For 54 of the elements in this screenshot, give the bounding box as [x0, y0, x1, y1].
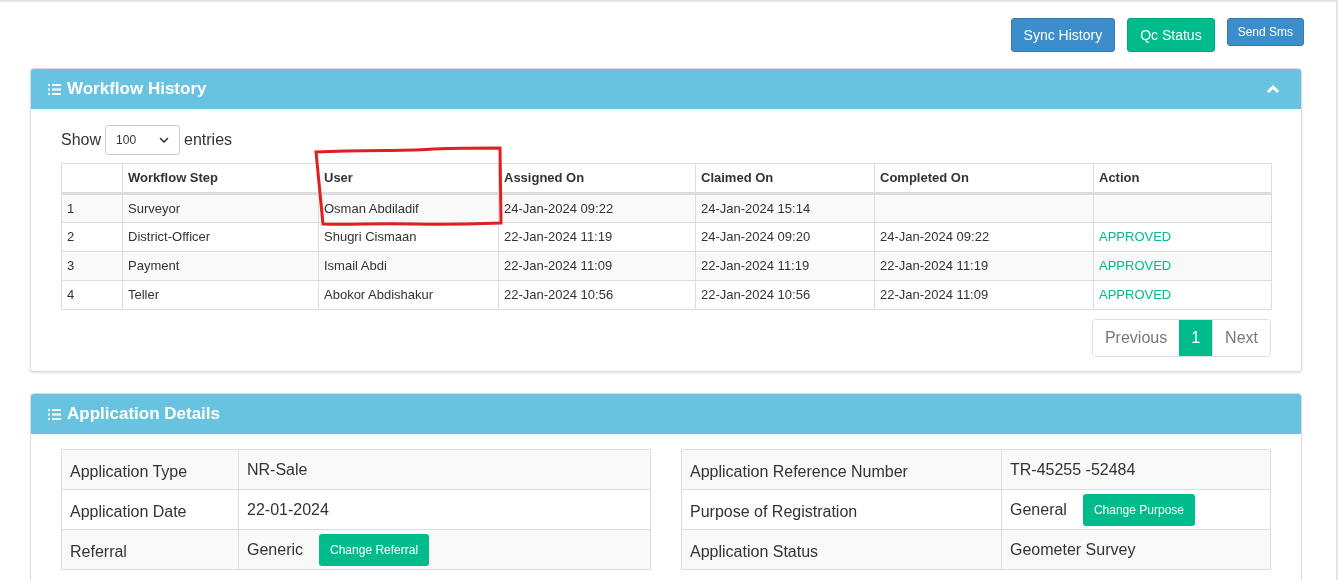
panel-title: Workflow History	[67, 78, 207, 101]
table-cell: Surveyor	[128, 200, 181, 216]
detail-label: Application Date	[61, 489, 239, 530]
table-cell: 2	[61, 222, 123, 252]
next-button[interactable]: Next	[1212, 320, 1270, 356]
status-text: APPROVED	[1099, 287, 1172, 303]
change-button[interactable]: Change Referral	[319, 533, 430, 566]
panel-title: Application Details	[67, 403, 221, 426]
detail-value: TR-45255 -52484	[1010, 459, 1136, 480]
table-cell: 24-Jan-2024 09:22	[504, 200, 614, 216]
table-cell: Teller	[128, 287, 160, 303]
detail-label: Application Type	[61, 449, 239, 490]
list-icon	[48, 83, 61, 95]
table-cell: 22-Jan-2024 11:09	[880, 287, 989, 303]
table-cell: 24-Jan-2024 09:20	[701, 229, 811, 245]
table-cell: 3	[61, 251, 123, 281]
table-cell: 22-Jan-2024 11:19	[504, 229, 613, 245]
table-cell: 22-Jan-2024 11:19	[701, 258, 810, 274]
action-button[interactable]: Qc Status	[1127, 18, 1215, 52]
chevron-down-icon	[159, 137, 170, 143]
table-cell: 4	[61, 280, 123, 310]
table-cell: 22-Jan-2024 11:09	[504, 258, 613, 274]
detail-value: 22-01-2024	[247, 499, 329, 520]
detail-label: Application Reference Number	[681, 449, 1002, 490]
detail-label: Purpose of Registration	[681, 489, 1002, 530]
table-cell: 22-Jan-2024 11:19	[880, 258, 989, 274]
page-button[interactable]: 1	[1179, 320, 1213, 356]
detail-value: General	[1010, 499, 1067, 520]
detail-value: Geometer Survey	[1010, 539, 1136, 560]
table-cell: 1	[61, 193, 123, 223]
table-cell: Shugri Cismaan	[324, 229, 417, 245]
detail-value: NR-Sale	[247, 459, 308, 480]
change-button[interactable]: Change Purpose	[1082, 493, 1195, 526]
detail-value: Generic	[247, 539, 304, 560]
detail-label: Referral	[61, 529, 239, 570]
table-cell: Payment	[128, 258, 180, 274]
table-cell: 22-Jan-2024 10:56	[504, 287, 614, 303]
table-cell: Ismail Abdi	[324, 258, 387, 274]
table-cell: 24-Jan-2024 09:22	[880, 229, 990, 245]
table-cell: 24-Jan-2024 15:14	[701, 200, 811, 216]
entries-label: entries	[184, 130, 233, 150]
table-cell: District-Officer	[128, 229, 211, 245]
table-cell: Osman Abdiladif	[324, 200, 419, 216]
table-cell: Abokor Abdishakur	[324, 287, 434, 303]
show-label: Show	[61, 130, 102, 150]
status-text: APPROVED	[1099, 229, 1172, 245]
table-cell: 22-Jan-2024 10:56	[701, 287, 811, 303]
action-button[interactable]: Send Sms	[1226, 18, 1304, 46]
chevron-up-icon[interactable]	[1266, 84, 1280, 94]
detail-label: Application Status	[681, 529, 1002, 570]
list-icon	[48, 408, 61, 420]
entries-select[interactable]: 100	[105, 125, 181, 155]
action-button[interactable]: Sync History	[1010, 18, 1116, 52]
status-text: APPROVED	[1099, 258, 1172, 274]
